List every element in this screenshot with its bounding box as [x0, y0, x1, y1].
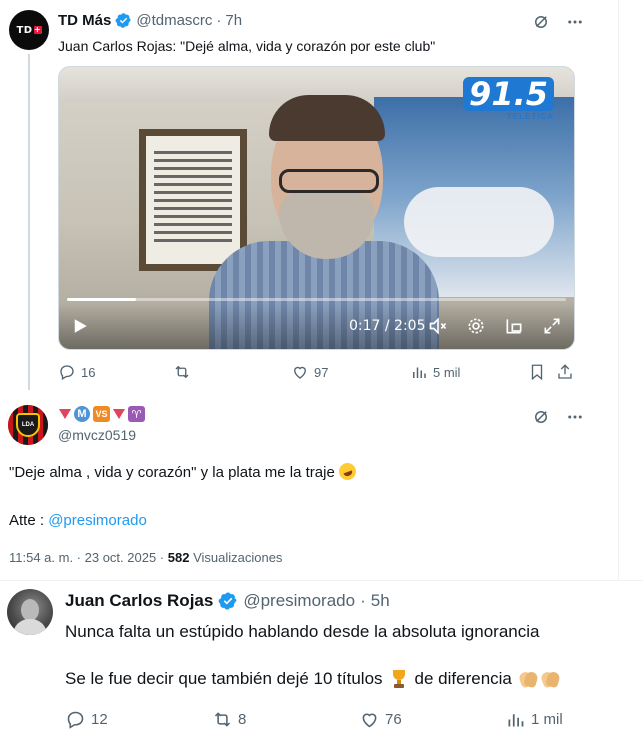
teletica-logo: 91.5 TELETICA	[463, 77, 554, 121]
tweet-action-bar: 16 97 5 mil	[58, 363, 578, 385]
views-count: 582	[167, 550, 190, 565]
separator: ·	[360, 591, 366, 610]
video-control-icons	[428, 316, 562, 336]
tweet-reply[interactable]: Juan Carlos Rojas @presimorado · 5h Nunc…	[0, 581, 643, 751]
like-count: 97	[314, 364, 329, 380]
play-icon[interactable]	[71, 317, 89, 335]
share-action[interactable]	[556, 363, 574, 381]
tweet-tdmas[interactable]: TD + TD Más @tdmascrc · 7h Juan Carlos Ro…	[0, 0, 618, 390]
views-count: 1 mil	[531, 711, 563, 728]
timestamp[interactable]: 7h	[225, 12, 242, 29]
reply-text: Nunca falta un estúpido hablando desde l…	[65, 622, 540, 641]
share-icon	[558, 364, 572, 379]
display-name[interactable]: TD Más	[58, 12, 111, 29]
tdmas-logo: TD +	[16, 24, 42, 36]
reply-count: 16	[81, 364, 96, 380]
display-name-emojis[interactable]: M VS ♈	[59, 406, 145, 422]
handle[interactable]: @tdmascrc	[136, 12, 212, 29]
reply-icon	[60, 365, 74, 380]
like-action[interactable]: 76	[359, 709, 402, 730]
tweet-top-actions	[532, 408, 584, 426]
like-icon	[294, 366, 306, 379]
bookmark-action[interactable]	[528, 363, 546, 381]
mute-icon[interactable]	[428, 316, 448, 336]
avatar-mvcz[interactable]: LDA	[8, 405, 48, 445]
tweet-mvcz[interactable]: LDA M VS ♈ @mvcz0519 "Deje alma , vida y…	[0, 395, 618, 580]
views-icon	[508, 714, 524, 727]
tweet-text: Juan Carlos Rojas: "Dejé alma, vida y co…	[58, 38, 436, 54]
verified-badge-icon	[218, 592, 237, 610]
avatar-tdmas[interactable]: TD +	[9, 10, 49, 50]
tweet-top-actions	[532, 13, 584, 31]
reply-icon	[67, 711, 84, 729]
video-time: 0:17 / 2:05	[349, 318, 426, 334]
handle[interactable]: @mvcz0519	[58, 427, 136, 443]
tweet-header: Juan Carlos Rojas @presimorado · 5h	[65, 591, 390, 611]
display-name[interactable]: Juan Carlos Rojas	[65, 591, 213, 611]
separator: ·	[216, 12, 222, 29]
verified-badge-icon	[115, 13, 132, 28]
grok-icon[interactable]	[532, 408, 550, 426]
retweet-count: 8	[238, 711, 247, 728]
clapping-hands-icon	[518, 669, 538, 689]
tweet-text-signature: Atte : @presimorado	[9, 512, 147, 529]
like-icon	[362, 713, 377, 728]
video-progress-bar[interactable]	[67, 298, 566, 301]
tweet-meta: 11:54 a. m. · 23 oct. 2025 · 582 Visuali…	[9, 550, 282, 565]
fullscreen-icon[interactable]	[542, 316, 562, 336]
column-border	[618, 0, 619, 580]
clapping-hands-icon	[540, 669, 560, 689]
reply-count: 12	[91, 711, 108, 728]
bookmark-icon	[531, 364, 543, 381]
aries-icon: ♈	[128, 406, 145, 422]
more-icon[interactable]	[566, 13, 584, 31]
trophy-icon	[389, 669, 409, 689]
timestamp[interactable]: 5h	[371, 591, 390, 611]
views-count: 5 mil	[433, 364, 461, 380]
views-icon	[413, 367, 426, 378]
handle[interactable]: @presimorado	[243, 591, 355, 611]
video-progress-fill	[67, 298, 136, 301]
reply-action[interactable]: 12	[65, 709, 108, 730]
settings-icon[interactable]	[466, 316, 486, 336]
views-action[interactable]: 5 mil	[410, 363, 460, 381]
pip-icon[interactable]	[504, 316, 524, 336]
reply-text-second: Se le fue decir que también dejé 10 títu…	[65, 668, 560, 690]
club-crest-icon: LDA	[16, 413, 40, 437]
thread-line	[28, 54, 30, 390]
vs-icon: VS	[93, 406, 110, 422]
video-player[interactable]: 91.5 TELETICA 0:17 / 2:05	[58, 66, 575, 350]
like-action[interactable]: 97	[291, 363, 328, 381]
tweet-timestamp[interactable]: 11:54 a. m. · 23 oct. 2025 ·	[9, 550, 168, 565]
retweet-action[interactable]: 8	[212, 709, 246, 730]
mention-link[interactable]: @presimorado	[48, 512, 147, 529]
red-triangle-icon	[113, 409, 125, 419]
like-count: 76	[385, 711, 402, 728]
clapping-hands-icons	[518, 669, 560, 689]
retweet-action[interactable]	[173, 363, 196, 381]
tweet-text: "Deje alma , vida y corazón" y la plata …	[9, 460, 359, 483]
views-label: Visualizaciones	[189, 550, 283, 565]
retweet-icon	[214, 712, 231, 727]
views-action[interactable]: 1 mil	[505, 709, 563, 730]
reply-action[interactable]: 16	[58, 363, 95, 381]
retweet-icon	[175, 365, 189, 379]
tweet-header: TD Más @tdmascrc · 7h	[58, 12, 242, 29]
reply-action-bar: 12 8 76 1 mil	[65, 709, 625, 733]
more-icon[interactable]	[566, 408, 584, 426]
red-triangle-icon	[59, 409, 71, 419]
rolling-laughing-icon	[336, 460, 359, 483]
avatar-presimorado[interactable]	[7, 589, 53, 635]
grok-icon[interactable]	[532, 13, 550, 31]
m-circle-icon: M	[74, 406, 90, 422]
